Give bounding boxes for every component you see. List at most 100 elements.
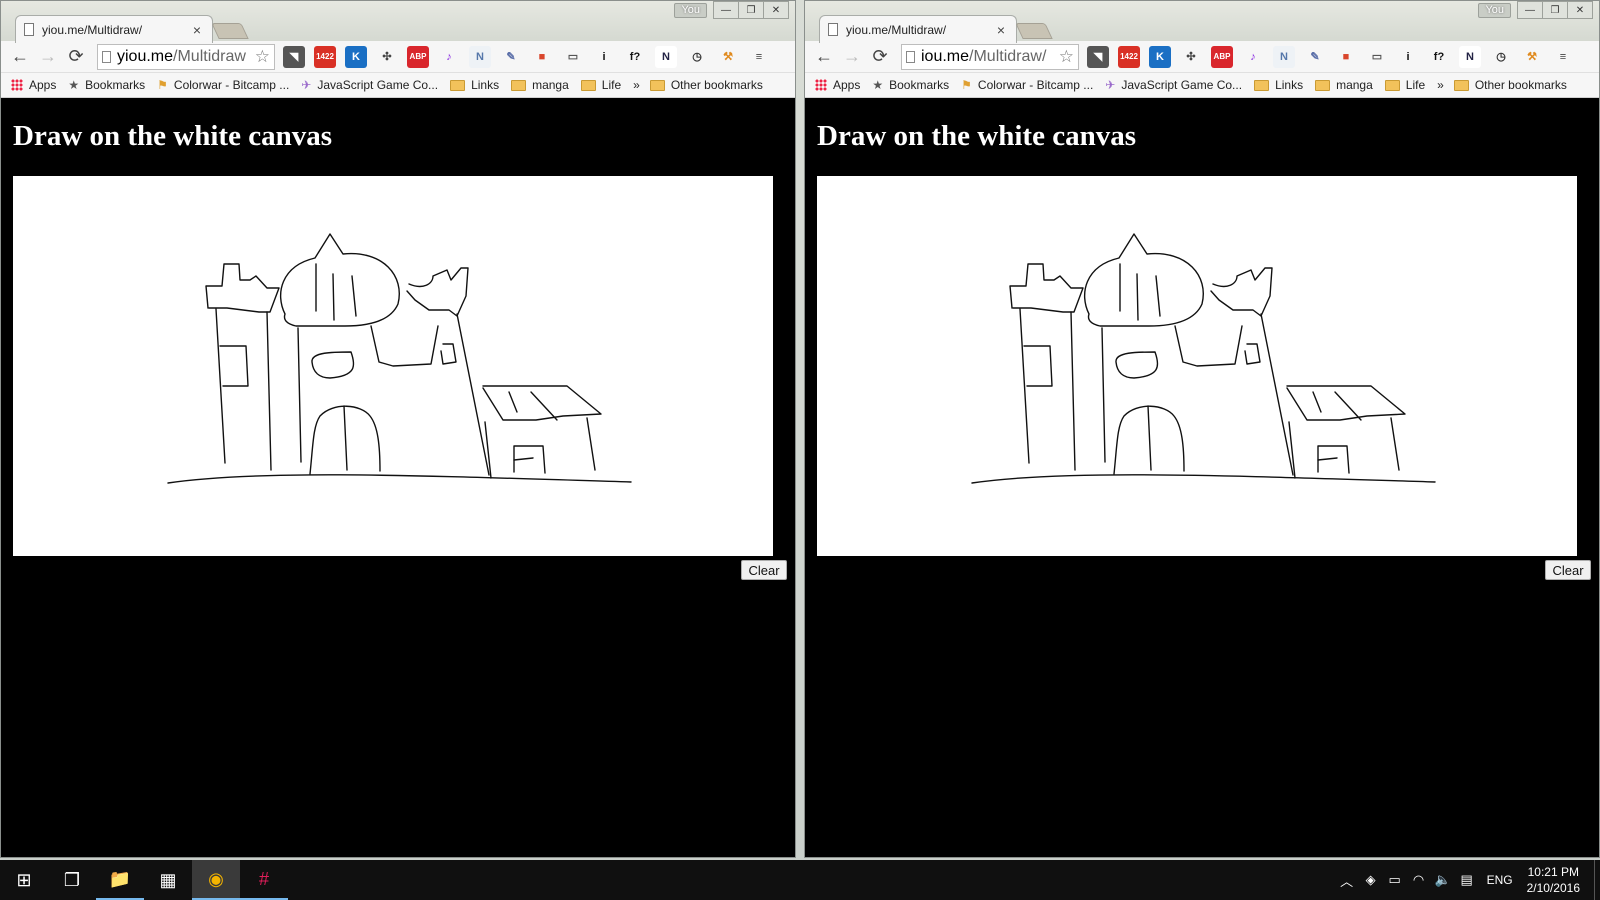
bookmark-item[interactable]: ⚑ Colorwar - Bitcamp ... xyxy=(961,78,1093,92)
chrome-menu-icon[interactable]: ≡ xyxy=(1552,45,1574,68)
pocket-icon[interactable]: ◥ xyxy=(1087,45,1109,68)
gmail-checker-icon[interactable]: 1422 xyxy=(314,45,336,68)
minimize-button[interactable]: — xyxy=(1517,1,1543,19)
close-window-button[interactable]: ✕ xyxy=(1567,1,1593,19)
page-info-icon[interactable] xyxy=(906,50,915,63)
new-tab-button[interactable] xyxy=(1015,23,1053,39)
tab-multidraw[interactable]: yiou.me/Multidraw/ × xyxy=(819,15,1017,43)
cast-icon[interactable]: ▭ xyxy=(1366,45,1388,68)
page-info-icon[interactable] xyxy=(102,50,111,63)
volume-icon[interactable]: 🔈 xyxy=(1431,872,1455,888)
bookmark-item[interactable]: Apps xyxy=(11,78,56,92)
bookmark-label: manga xyxy=(1336,78,1373,92)
reload-icon[interactable]: ⟳ xyxy=(63,44,89,70)
bookmark-item[interactable]: manga xyxy=(1315,78,1373,92)
bookmark-item[interactable]: Links xyxy=(450,78,499,92)
music-note-icon[interactable]: ♪ xyxy=(438,45,460,68)
windows-start-icon[interactable]: ⊞ xyxy=(0,860,48,900)
minimize-button[interactable]: — xyxy=(713,1,739,19)
cast-icon[interactable]: ▭ xyxy=(562,45,584,68)
address-bar[interactable]: iou.me/Multidraw/ ☆ xyxy=(901,43,1079,70)
n-notes-icon[interactable]: N xyxy=(469,45,491,68)
bookmark-red-icon[interactable]: ■ xyxy=(531,45,553,68)
bookmark-star-icon[interactable]: ☆ xyxy=(255,47,270,67)
puzzle-icon[interactable]: ✣ xyxy=(376,45,398,68)
browser-window-left[interactable]: yiou.me/Multidraw/ × You — ❐ ✕ ← → ⟳ yio… xyxy=(0,0,796,858)
k-extension-icon[interactable]: K xyxy=(345,45,367,68)
info-icon[interactable]: i xyxy=(1397,45,1419,68)
more-bookmarks-chevron-icon[interactable]: » xyxy=(633,78,640,92)
font-identify-icon[interactable]: f? xyxy=(1428,45,1450,68)
font-identify-icon[interactable]: f? xyxy=(624,45,646,68)
tab-close-icon[interactable]: × xyxy=(190,22,204,38)
bookmark-item[interactable]: ★ Bookmarks xyxy=(872,78,949,92)
puzzle-icon[interactable]: ✣ xyxy=(1180,45,1202,68)
browser-window-right[interactable]: yiou.me/Multidraw/ × You — ❐ ✕ ← → ⟳ iou… xyxy=(804,0,1600,858)
new-tab-button[interactable] xyxy=(211,23,249,39)
info-icon[interactable]: i xyxy=(593,45,615,68)
drawing-canvas[interactable] xyxy=(13,176,773,556)
bookmark-item[interactable]: ⚑ Colorwar - Bitcamp ... xyxy=(157,78,289,92)
drawing-canvas[interactable] xyxy=(817,176,1577,556)
bookmark-item[interactable]: Links xyxy=(1254,78,1303,92)
reload-icon[interactable]: ⟳ xyxy=(867,44,893,70)
adblock-plus-icon[interactable]: ABP xyxy=(407,45,429,68)
eyedropper-icon[interactable]: ✎ xyxy=(500,45,522,68)
battery-icon[interactable]: ▭ xyxy=(1383,872,1407,888)
profile-button[interactable]: You xyxy=(674,3,707,18)
store-icon[interactable]: ▦ xyxy=(144,860,192,900)
k-extension-icon[interactable]: K xyxy=(1149,45,1171,68)
bookmark-item[interactable]: Life xyxy=(580,78,621,92)
eyedropper-icon[interactable]: ✎ xyxy=(1304,45,1326,68)
bookmark-item[interactable]: manga xyxy=(511,78,569,92)
wifi-icon[interactable]: ◠ xyxy=(1407,872,1431,888)
forward-icon[interactable]: → xyxy=(839,44,865,70)
close-window-button[interactable]: ✕ xyxy=(763,1,789,19)
chrome-icon[interactable]: ◉ xyxy=(192,860,240,900)
bookmark-star-icon[interactable]: ☆ xyxy=(1059,47,1074,67)
bookmark-item[interactable]: Life xyxy=(1384,78,1425,92)
slack-icon[interactable]: # xyxy=(240,860,288,900)
music-note-icon[interactable]: ♪ xyxy=(1242,45,1264,68)
show-desktop-button[interactable] xyxy=(1594,860,1600,900)
history-icon[interactable]: ◷ xyxy=(686,45,708,68)
hammer-icon[interactable]: ⚒ xyxy=(1521,45,1543,68)
address-bar[interactable]: yiou.me/Multidraw ☆ xyxy=(97,43,275,70)
bookmark-item[interactable]: ✈ JavaScript Game Co... xyxy=(1105,78,1242,92)
back-icon[interactable]: ← xyxy=(811,44,837,70)
profile-button[interactable]: You xyxy=(1478,3,1511,18)
title-bar[interactable]: yiou.me/Multidraw/ × You — ❐ ✕ xyxy=(805,1,1599,43)
restore-button[interactable]: ❐ xyxy=(1542,1,1568,19)
clock[interactable]: 10:21 PM 2/10/2016 xyxy=(1527,864,1580,896)
more-bookmarks-chevron-icon[interactable]: » xyxy=(1437,78,1444,92)
file-explorer-icon[interactable]: 📁 xyxy=(96,860,144,900)
clear-button[interactable]: Clear xyxy=(1545,560,1591,580)
chevron-up-icon[interactable]: ︿ xyxy=(1335,871,1359,890)
task-view-icon[interactable]: ❐ xyxy=(48,860,96,900)
n-plus-icon[interactable]: N xyxy=(655,45,677,68)
notification-icon[interactable]: ▤ xyxy=(1455,872,1479,888)
bookmark-red-icon[interactable]: ■ xyxy=(1335,45,1357,68)
chrome-menu-icon[interactable]: ≡ xyxy=(748,45,770,68)
language-indicator[interactable]: ENG xyxy=(1487,873,1513,887)
bookmark-item[interactable]: Apps xyxy=(815,78,860,92)
hammer-icon[interactable]: ⚒ xyxy=(717,45,739,68)
tab-close-icon[interactable]: × xyxy=(994,22,1008,38)
back-icon[interactable]: ← xyxy=(7,44,33,70)
pocket-icon[interactable]: ◥ xyxy=(283,45,305,68)
n-plus-icon[interactable]: N xyxy=(1459,45,1481,68)
forward-icon[interactable]: → xyxy=(35,44,61,70)
title-bar[interactable]: yiou.me/Multidraw/ × You — ❐ ✕ xyxy=(1,1,795,43)
n-notes-icon[interactable]: N xyxy=(1273,45,1295,68)
bookmark-item[interactable]: ✈ JavaScript Game Co... xyxy=(301,78,438,92)
restore-button[interactable]: ❐ xyxy=(738,1,764,19)
gmail-checker-icon[interactable]: 1422 xyxy=(1118,45,1140,68)
history-icon[interactable]: ◷ xyxy=(1490,45,1512,68)
adblock-plus-icon[interactable]: ABP xyxy=(1211,45,1233,68)
other-bookmarks[interactable]: Other bookmarks xyxy=(1453,78,1567,92)
tab-multidraw[interactable]: yiou.me/Multidraw/ × xyxy=(15,15,213,43)
bookmark-item[interactable]: ★ Bookmarks xyxy=(68,78,145,92)
clear-button[interactable]: Clear xyxy=(741,560,787,580)
other-bookmarks[interactable]: Other bookmarks xyxy=(649,78,763,92)
dropbox-icon[interactable]: ◈ xyxy=(1359,872,1383,888)
